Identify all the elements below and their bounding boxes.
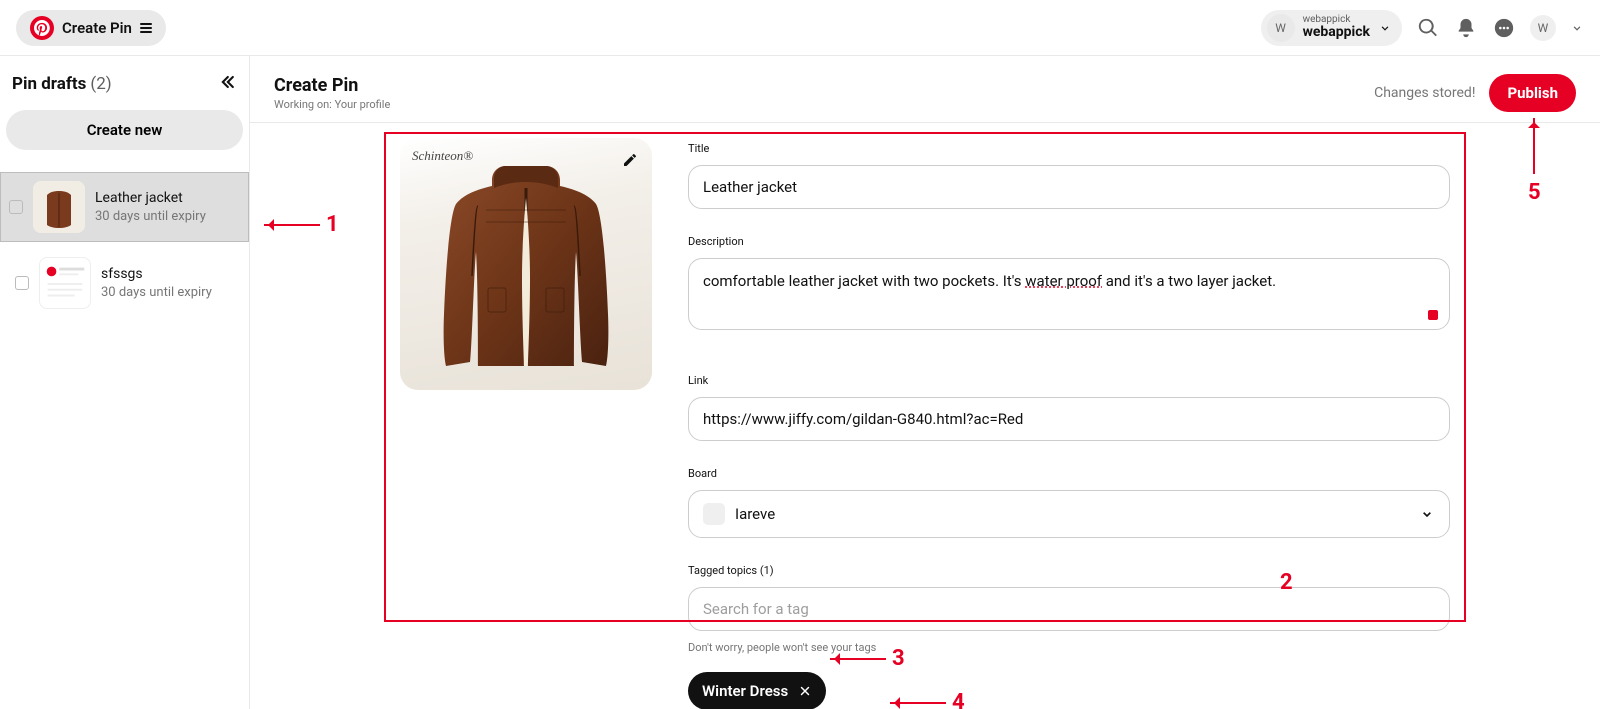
draft-item[interactable]: sfssgs 30 days until expiry bbox=[6, 248, 243, 318]
mini-avatar[interactable]: W bbox=[1530, 15, 1556, 41]
page-subtitle: Working on: Your profile bbox=[274, 98, 390, 111]
chevron-down-icon bbox=[1378, 21, 1392, 35]
status-text: Changes stored! bbox=[1374, 85, 1475, 101]
close-icon[interactable] bbox=[798, 684, 812, 698]
draft-checkbox[interactable] bbox=[9, 200, 23, 214]
draft-checkbox[interactable] bbox=[15, 276, 29, 290]
chevron-down-icon bbox=[1419, 506, 1435, 522]
draft-thumbnail bbox=[39, 257, 91, 309]
draft-expiry: 30 days until expiry bbox=[95, 208, 206, 226]
top-nav: Create Pin W webappick webappick W bbox=[0, 0, 1600, 56]
sidebar: Pin drafts (2) Create new Leather jacket… bbox=[0, 56, 250, 709]
description-input[interactable]: comfortable leather jacket with two pock… bbox=[688, 258, 1450, 330]
tag-chip-label: Winter Dress bbox=[702, 682, 788, 700]
bell-icon[interactable] bbox=[1454, 16, 1478, 40]
pin-image-preview[interactable]: Schinteon® bbox=[400, 138, 652, 390]
link-input[interactable] bbox=[688, 397, 1450, 441]
board-value: Iareve bbox=[735, 505, 775, 523]
create-pin-menu[interactable]: Create Pin bbox=[16, 10, 166, 46]
draft-title: sfssgs bbox=[101, 265, 212, 284]
page-title: Create Pin bbox=[274, 75, 390, 96]
grammar-indicator-icon bbox=[1428, 310, 1438, 320]
collapse-sidebar-icon[interactable] bbox=[217, 72, 237, 96]
account-switcher[interactable]: W webappick webappick bbox=[1261, 10, 1402, 46]
main: Create Pin Working on: Your profile Chan… bbox=[250, 56, 1600, 709]
link-label: Link bbox=[688, 374, 1450, 387]
tag-hint-text: Don't worry, people won't see your tags bbox=[688, 641, 1450, 654]
chevron-down-icon[interactable] bbox=[1570, 21, 1584, 35]
edit-image-icon[interactable] bbox=[622, 152, 638, 172]
board-thumbnail bbox=[703, 503, 725, 525]
avatar: W bbox=[1267, 14, 1295, 42]
create-new-button[interactable]: Create new bbox=[6, 110, 243, 150]
tagged-topics-label: Tagged topics (1) bbox=[688, 564, 1450, 577]
draft-title: Leather jacket bbox=[95, 189, 206, 208]
create-pin-menu-label: Create Pin bbox=[62, 19, 132, 37]
sidebar-count: (2) bbox=[90, 74, 111, 94]
title-label: Title bbox=[688, 142, 1450, 155]
account-big-label: webappick bbox=[1303, 25, 1370, 40]
search-icon[interactable] bbox=[1416, 16, 1440, 40]
draft-item[interactable]: Leather jacket 30 days until expiry bbox=[0, 172, 249, 242]
menu-icon bbox=[140, 23, 152, 33]
publish-button[interactable]: Publish bbox=[1489, 74, 1576, 112]
jacket-image bbox=[434, 158, 618, 376]
tag-search-input[interactable] bbox=[688, 587, 1450, 631]
description-label: Description bbox=[688, 235, 1450, 248]
tag-chip[interactable]: Winter Dress bbox=[688, 672, 826, 709]
chat-icon[interactable] bbox=[1492, 16, 1516, 40]
draft-thumbnail bbox=[33, 181, 85, 233]
board-select[interactable]: Iareve bbox=[688, 490, 1450, 538]
title-input[interactable] bbox=[688, 165, 1450, 209]
pinterest-logo-icon bbox=[30, 16, 54, 40]
sidebar-title: Pin drafts bbox=[12, 74, 86, 94]
draft-expiry: 30 days until expiry bbox=[101, 284, 212, 302]
board-label: Board bbox=[688, 467, 1450, 480]
